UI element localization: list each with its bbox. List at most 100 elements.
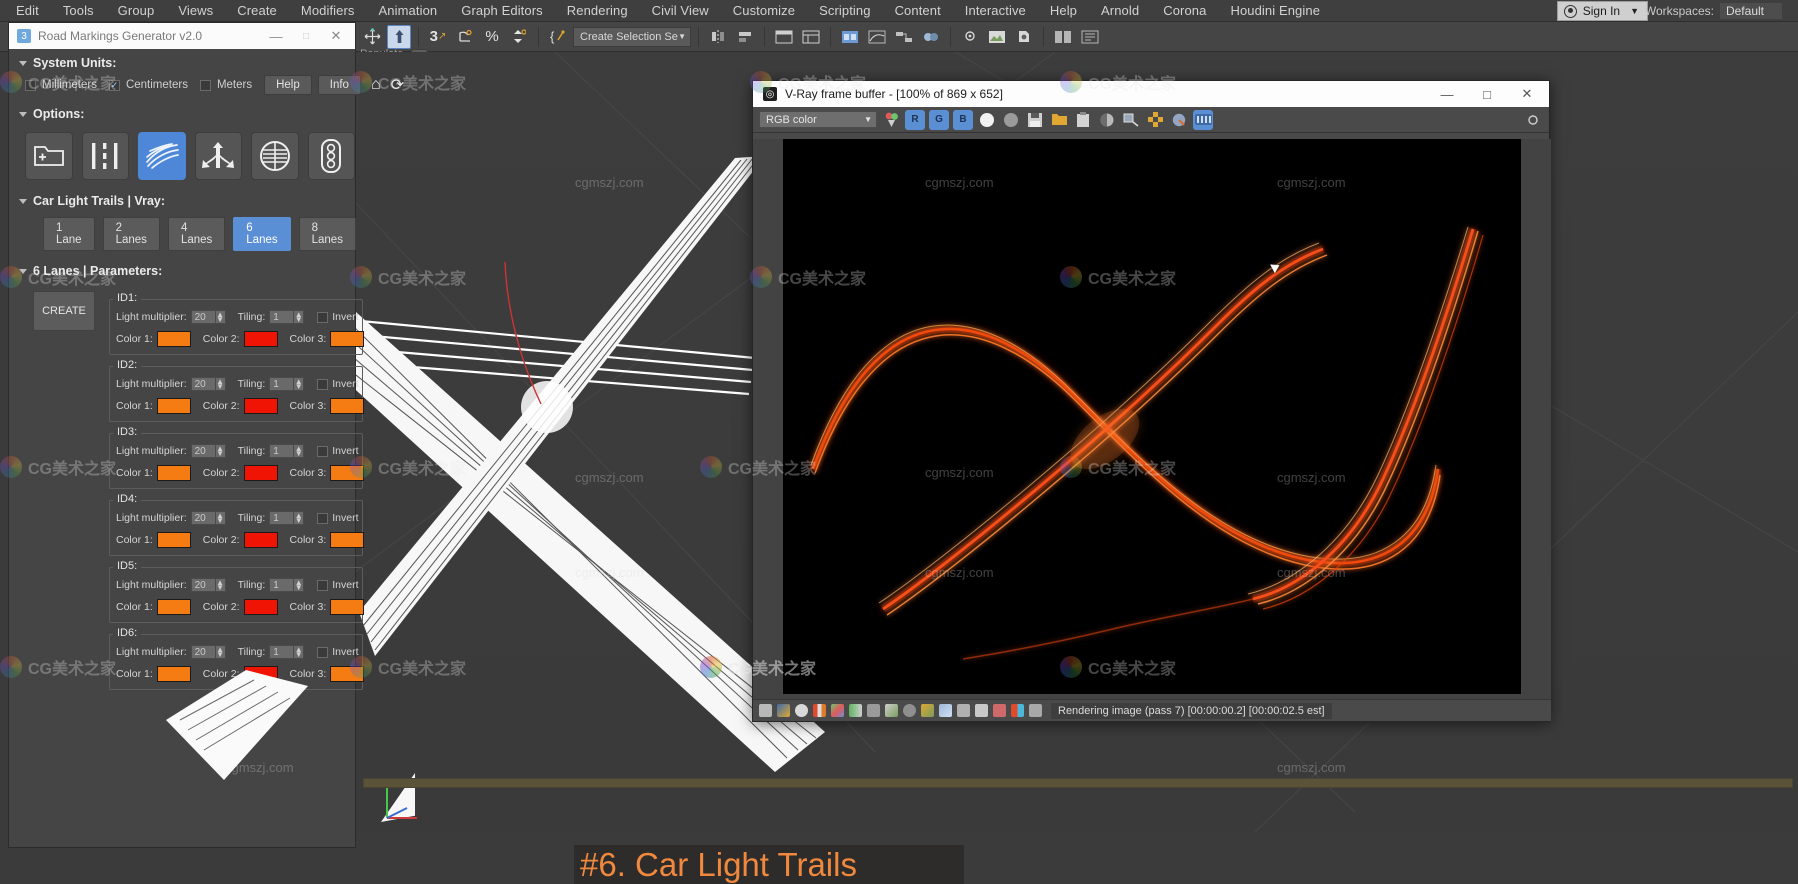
menu-item-content[interactable]: Content — [883, 1, 953, 20]
light-trails-icon[interactable] — [138, 132, 186, 180]
menu-item-arnold[interactable]: Arnold — [1089, 1, 1151, 20]
vfb-title-bar[interactable]: ◎ V-Ray frame buffer - [100% of 869 x 65… — [753, 81, 1549, 107]
render-production-icon[interactable] — [1012, 25, 1036, 49]
tiling-value-5[interactable]: 1 — [269, 578, 295, 592]
menu-item-houdini-engine[interactable]: Houdini Engine — [1218, 1, 1332, 20]
color3-swatch-6[interactable] — [330, 666, 365, 682]
color3-swatch-1[interactable] — [330, 331, 365, 347]
lane-button-1-lane[interactable]: 1 Lane — [43, 217, 95, 251]
folder-icon[interactable] — [759, 704, 772, 717]
refresh-icon[interactable]: ⟳ — [391, 75, 404, 95]
menu-item-views[interactable]: Views — [166, 1, 225, 20]
create-selection-set-input[interactable]: Create Selection Se ▼ — [573, 26, 691, 47]
menu-item-edit[interactable]: Edit — [4, 1, 51, 20]
load-image-icon[interactable] — [1049, 110, 1069, 130]
chevron-down-icon[interactable]: ▼ — [678, 32, 686, 41]
ab-compare-icon[interactable] — [993, 704, 1006, 717]
spinner-arrows-icon[interactable]: ▲ ▼ — [215, 444, 226, 458]
stereo-icon[interactable] — [1193, 109, 1213, 130]
monochrome-icon[interactable] — [1097, 110, 1117, 130]
spinner-arrows-icon[interactable]: ▲ ▼ — [294, 444, 305, 458]
menu-item-help[interactable]: Help — [1038, 1, 1089, 20]
tiling-spinner-6[interactable]: 1 ▲ ▼ — [269, 645, 305, 659]
spinner-arrows-icon[interactable]: ▲ ▼ — [294, 645, 305, 659]
color2-swatch-5[interactable] — [243, 599, 278, 615]
close-button[interactable]: ✕ — [321, 28, 351, 44]
menu-item-civil-view[interactable]: Civil View — [640, 1, 721, 20]
light-multiplier-spinner-1[interactable]: 20 ▲ ▼ — [190, 310, 226, 324]
scene-explorer-icon[interactable] — [799, 25, 823, 49]
spinner-arrows-icon[interactable]: ▲ ▼ — [215, 377, 226, 391]
rgb-bars-icon[interactable] — [813, 704, 826, 717]
unit-checkbox-centimeters[interactable]: ✓ — [108, 79, 120, 91]
menu-item-tools[interactable]: Tools — [51, 1, 106, 20]
vfb-settings-icon[interactable] — [1523, 110, 1543, 130]
hue-icon[interactable] — [975, 704, 988, 717]
traffic-light-icon[interactable] — [307, 132, 355, 180]
alpha-grey-icon[interactable] — [1001, 110, 1021, 130]
vfb-close-button[interactable]: ✕ — [1507, 86, 1547, 102]
options-heading[interactable]: Options: — [9, 95, 355, 126]
create-button[interactable]: CREATE — [33, 291, 95, 331]
info-icon[interactable] — [795, 704, 808, 717]
spinner-arrows-icon[interactable]: ▲ ▼ — [294, 377, 305, 391]
invert-checkbox-1[interactable] — [317, 311, 329, 323]
lane-button-6-lanes[interactable]: 6 Lanes — [233, 217, 291, 251]
invert-checkbox-3[interactable] — [317, 445, 329, 457]
invert-checkbox-2[interactable] — [317, 378, 329, 390]
menu-item-interactive[interactable]: Interactive — [953, 1, 1038, 20]
exposure-icon[interactable] — [903, 704, 916, 717]
spinner-arrows-icon[interactable]: ▲ ▼ — [215, 310, 226, 324]
spinner-arrows-icon[interactable]: ▲ ▼ — [215, 645, 226, 659]
new-folder-icon[interactable] — [25, 132, 73, 180]
manhole-icon[interactable] — [251, 132, 299, 180]
tiling-value-1[interactable]: 1 — [269, 310, 295, 324]
alpha-white-icon[interactable] — [977, 110, 997, 130]
channel-select[interactable]: RGB color ▼ — [759, 111, 877, 128]
tiling-spinner-2[interactable]: 1 ▲ ▼ — [269, 377, 305, 391]
menu-item-create[interactable]: Create — [225, 1, 289, 20]
unit-checkbox-millimeters[interactable] — [25, 79, 36, 91]
light-multiplier-spinner-6[interactable]: 20 ▲ ▼ — [190, 645, 226, 659]
toggle-ribbon-icon[interactable] — [838, 25, 862, 49]
unit-checkbox-meters[interactable] — [199, 79, 211, 91]
render-setup-icon[interactable] — [958, 25, 982, 49]
menu-item-scripting[interactable]: Scripting — [807, 1, 882, 20]
system-units-heading[interactable]: System Units: — [9, 49, 355, 75]
color3-swatch-4[interactable] — [330, 532, 365, 548]
spinner-arrows-icon[interactable]: ▲ ▼ — [294, 578, 305, 592]
select-and-place-icon[interactable] — [387, 24, 411, 49]
color1-swatch-1[interactable] — [156, 331, 191, 347]
region-render-icon[interactable] — [1145, 110, 1165, 130]
arrow-markings-icon[interactable] — [194, 132, 242, 180]
workspaces-value[interactable]: Default — [1719, 3, 1782, 19]
spinner-arrows-icon[interactable]: ▲ ▼ — [294, 511, 305, 525]
collapse-triangle-icon[interactable] — [19, 198, 27, 204]
curve-editor-icon[interactable] — [865, 25, 889, 49]
schematic-view-icon[interactable] — [892, 25, 916, 49]
lane-button-4-lanes[interactable]: 4 Lanes — [167, 217, 226, 251]
maximize-button[interactable]: □ — [291, 31, 321, 42]
info-button[interactable]: Info — [317, 75, 361, 95]
blue-channel-icon[interactable]: B — [953, 109, 973, 130]
color1-swatch-4[interactable] — [156, 532, 191, 548]
color2-swatch-1[interactable] — [243, 331, 278, 347]
asset-tracking-icon[interactable] — [1078, 25, 1102, 49]
light-multiplier-spinner-3[interactable]: 20 ▲ ▼ — [190, 444, 226, 458]
image-icon[interactable] — [777, 704, 790, 717]
color2-swatch-4[interactable] — [243, 532, 278, 548]
color3-swatch-5[interactable] — [330, 599, 365, 615]
color2-swatch-2[interactable] — [243, 398, 278, 414]
channels-icon[interactable] — [1011, 704, 1024, 717]
menu-item-animation[interactable]: Animation — [367, 1, 450, 20]
light-multiplier-spinner-2[interactable]: 20 ▲ ▼ — [190, 377, 226, 391]
project-folder-icon[interactable] — [1051, 25, 1075, 49]
workspaces-control[interactable]: Workspaces: Default — [1645, 3, 1782, 19]
menu-item-group[interactable]: Group — [106, 1, 167, 20]
tiling-spinner-5[interactable]: 1 ▲ ▼ — [269, 578, 305, 592]
tiling-value-3[interactable]: 1 — [269, 444, 295, 458]
tiling-spinner-4[interactable]: 1 ▲ ▼ — [269, 511, 305, 525]
material-editor-icon[interactable] — [919, 25, 943, 49]
light-multiplier-value-6[interactable]: 20 — [190, 645, 216, 659]
mirror-icon[interactable] — [706, 25, 730, 49]
